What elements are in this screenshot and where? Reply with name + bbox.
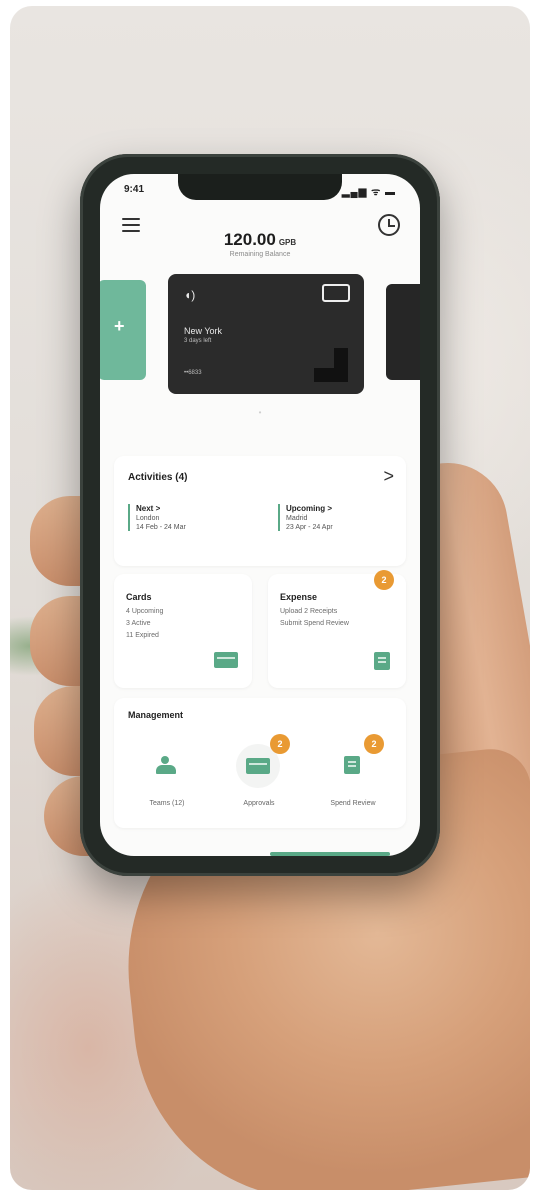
phone-notch xyxy=(178,174,342,200)
cards-expired: 11 Expired xyxy=(126,632,159,639)
balance-header: 120.00 GPB Remaining Balance xyxy=(100,230,420,258)
management-title: Management xyxy=(128,710,184,720)
teams-icon-wrap xyxy=(144,744,188,788)
card-days-left: 3 days left xyxy=(184,338,212,344)
upcoming-trip[interactable]: Upcoming > Madrid 23 Apr - 24 Apr xyxy=(278,504,333,531)
approvals-label: Approvals xyxy=(243,800,275,807)
team-icon xyxy=(156,756,176,774)
card-chip-icon xyxy=(322,284,350,302)
app-screen: 9:41 ▂▄▆ ᯤ ▬ 120.00 GPB Remaining Balance… xyxy=(100,174,420,856)
balance-currency: GPB xyxy=(278,238,297,247)
chevron-right-icon[interactable]: > xyxy=(383,466,394,487)
next-trip-heading: Next > xyxy=(136,504,161,513)
carousel-pager: • xyxy=(258,408,262,417)
status-time: 9:41 xyxy=(124,184,145,195)
photo-background: 9:41 ▂▄▆ ᯤ ▬ 120.00 GPB Remaining Balance… xyxy=(10,6,530,1190)
spend-review-badge: 2 xyxy=(364,734,384,754)
credit-card-icon xyxy=(214,652,238,668)
signal-wifi-battery-icon: ▂▄▆ ᯤ ▬ xyxy=(341,187,396,198)
cards-active: 3 Active xyxy=(126,620,151,627)
next-card-preview[interactable] xyxy=(386,284,420,380)
teams-label: Teams (12) xyxy=(149,800,185,807)
cards-summary-panel[interactable]: Cards 4 Upcoming 3 Active 11 Expired xyxy=(114,574,252,688)
card-brand-logo xyxy=(314,348,348,382)
expense-spend-review: Submit Spend Review xyxy=(280,620,349,627)
expense-panel[interactable]: 2 Expense Upload 2 Receipts Submit Spend… xyxy=(268,570,406,688)
card-number: ••6833 xyxy=(184,370,202,376)
next-trip[interactable]: Next > London 14 Feb - 24 Mar xyxy=(128,504,186,531)
expense-receipts: Upload 2 Receipts xyxy=(280,608,338,615)
management-spend-review[interactable]: 2 Spend Review xyxy=(308,734,398,824)
approvals-badge: 2 xyxy=(270,734,290,754)
management-panel: Management Teams (12) 2 Approvals 2 Spen… xyxy=(114,698,406,828)
next-trip-place: London xyxy=(136,515,160,522)
phone-device: 9:41 ▂▄▆ ᯤ ▬ 120.00 GPB Remaining Balance… xyxy=(80,154,440,876)
management-teams[interactable]: Teams (12) xyxy=(122,734,212,824)
spend-review-label: Spend Review xyxy=(330,800,376,807)
approval-card-icon xyxy=(246,758,270,774)
add-card-button[interactable]: + xyxy=(100,280,146,380)
card-city: New York xyxy=(184,326,223,336)
plus-icon: + xyxy=(114,316,125,336)
contactless-icon: ◖) xyxy=(184,288,196,302)
upcoming-trip-dates: 23 Apr - 24 Apr xyxy=(286,524,333,531)
cards-upcoming: 4 Upcoming xyxy=(126,608,164,615)
balance-caption: Remaining Balance xyxy=(229,251,291,258)
cards-title: Cards xyxy=(126,592,152,602)
management-approvals[interactable]: 2 Approvals xyxy=(214,734,304,824)
receipt-icon xyxy=(374,652,390,670)
activities-title: Activities (4) xyxy=(128,472,188,483)
activities-panel: Activities (4) > Next > London 14 Feb - … xyxy=(114,456,406,566)
spend-review-icon xyxy=(344,756,360,774)
expense-badge: 2 xyxy=(374,570,394,590)
balance-amount: 120.00 xyxy=(223,230,276,249)
next-trip-dates: 14 Feb - 24 Mar xyxy=(136,524,186,531)
home-indicator xyxy=(270,852,390,856)
upcoming-trip-place: Madrid xyxy=(286,515,308,522)
expense-title: Expense xyxy=(280,592,318,602)
travel-card[interactable]: ◖) New York 3 days left ••6833 xyxy=(168,274,364,394)
upcoming-trip-heading: Upcoming > xyxy=(286,504,333,513)
